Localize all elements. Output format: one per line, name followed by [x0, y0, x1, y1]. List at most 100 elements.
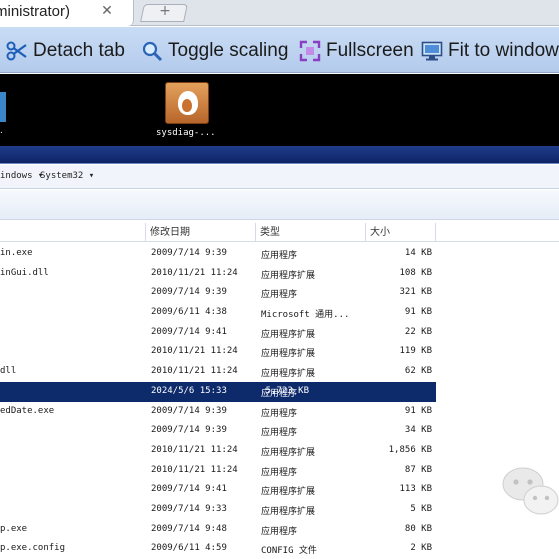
- file-type: 应用程序扩展: [261, 349, 316, 360]
- file-size: 5,723 KB: [265, 385, 309, 396]
- file-type: 应用程序: [261, 526, 298, 537]
- file-size: 108 KB: [399, 267, 432, 278]
- file-type: 应用程序扩展: [261, 329, 316, 340]
- file-size: 91 KB: [404, 307, 432, 318]
- file-row[interactable]: p.exe.config 2009/6/11 4:59 CONFIG 文件 2 KB: [0, 539, 559, 559]
- browser-tab-title: ministrator): [0, 3, 71, 20]
- file-row[interactable]: 2010/11/21 11:24 应用程序扩展 119 KB: [0, 342, 559, 362]
- file-date: 2010/11/21 11:24: [151, 366, 238, 377]
- file-row[interactable]: inGui.dll 2010/11/21 11:24 应用程序扩展 108 KB: [0, 264, 559, 284]
- file-row[interactable]: 2010/11/21 11:24 应用程序扩展 1,856 KB: [0, 441, 559, 461]
- file-type: Microsoft 通用...: [261, 310, 350, 321]
- file-date: 2009/7/14 9:33: [151, 503, 227, 514]
- file-name: p.exe.config: [0, 543, 66, 554]
- fit-to-window-label: Fit to window: [448, 40, 559, 61]
- file-date: 2009/7/14 9:39: [151, 248, 227, 258]
- file-type: 应用程序: [261, 251, 298, 261]
- address-bar[interactable]: indows ▾ System32 ▾: [0, 165, 559, 189]
- desktop-shortcut-label: .: [0, 126, 3, 136]
- file-size: 22 KB: [404, 326, 432, 337]
- column-header-size[interactable]: 大小: [366, 223, 436, 242]
- file-name: inGui.dll: [0, 267, 49, 278]
- fullscreen-button[interactable]: Fullscreen: [299, 38, 414, 64]
- file-size: 2 KB: [410, 543, 432, 554]
- file-name: in.exe: [0, 248, 33, 258]
- file-date: 2010/11/21 11:24: [151, 267, 238, 278]
- file-date: 2009/6/11 4:38: [151, 307, 227, 318]
- file-type: 应用程序扩展: [261, 369, 316, 380]
- file-row[interactable]: in.exe 2009/7/14 9:39 应用程序 14 KB: [0, 244, 559, 264]
- fit-to-window-button[interactable]: Fit to window: [421, 38, 559, 64]
- file-date: 2009/7/14 9:41: [151, 484, 227, 495]
- file-type: 应用程序扩展: [261, 270, 316, 281]
- detach-tab-label: Detach tab: [33, 40, 125, 61]
- file-type: 应用程序: [261, 428, 298, 439]
- file-size: 321 KB: [399, 287, 432, 298]
- file-row[interactable]: 2024/5/6 15:33 应用程序 5,723 KB: [0, 381, 436, 402]
- file-type: 应用程序: [261, 290, 298, 301]
- file-date: 2009/7/14 9:48: [151, 523, 227, 534]
- fullscreen-icon: [299, 40, 321, 62]
- file-row[interactable]: edDate.exe 2009/7/14 9:39 应用程序 91 KB: [0, 402, 559, 422]
- file-row[interactable]: p.exe 2009/7/14 9:48 应用程序 80 KB: [0, 520, 559, 540]
- file-date: 2009/7/14 9:39: [151, 405, 227, 416]
- file-type: 应用程序: [261, 467, 298, 478]
- file-row[interactable]: 2009/7/14 9:39 应用程序 321 KB: [0, 283, 559, 303]
- file-row[interactable]: 2010/11/21 11:24 应用程序 87 KB: [0, 461, 559, 481]
- file-type: 应用程序扩展: [261, 506, 316, 517]
- file-type: 应用程序扩展: [261, 487, 316, 498]
- plus-icon[interactable]: +: [156, 3, 174, 19]
- close-tab-icon[interactable]: ✕: [98, 2, 116, 20]
- monitor-icon: [421, 40, 443, 62]
- file-size: 14 KB: [404, 248, 432, 258]
- browser-tab[interactable]: ministrator) ✕: [0, 0, 134, 26]
- file-size: 62 KB: [404, 366, 432, 377]
- column-header-type[interactable]: 类型: [256, 223, 366, 242]
- toggle-scaling-button[interactable]: Toggle scaling: [141, 38, 288, 64]
- column-header-name[interactable]: [0, 223, 146, 242]
- file-date: 2010/11/21 11:24: [151, 346, 238, 357]
- file-date: 2024/5/6 15:33: [151, 385, 227, 396]
- browser-tab-strip: ministrator) ✕ +: [0, 0, 559, 26]
- file-date: 2009/7/14 9:41: [151, 326, 227, 337]
- file-date: 2009/7/14 9:39: [151, 425, 227, 436]
- file-type: CONFIG 文件: [261, 546, 317, 557]
- file-list: in.exe 2009/7/14 9:39 应用程序 14 KB inGui.dll 20…: [0, 244, 559, 559]
- breadcrumb-windows[interactable]: indows ▾: [0, 171, 43, 181]
- breadcrumb-system32[interactable]: System32 ▾: [40, 171, 94, 181]
- file-size: 5 KB: [410, 503, 432, 514]
- file-row[interactable]: dll 2010/11/21 11:24 应用程序扩展 62 KB: [0, 362, 559, 382]
- file-date: 2009/7/14 9:39: [151, 287, 227, 298]
- viewer-toolbar: Detach tab Toggle scaling Fullscreen Fit…: [0, 27, 559, 73]
- file-size: 113 KB: [399, 484, 432, 495]
- scissors-icon: [6, 40, 28, 62]
- detach-tab-button[interactable]: Detach tab: [6, 38, 125, 64]
- file-name: edDate.exe: [0, 405, 55, 416]
- magnifier-icon: [141, 40, 163, 62]
- file-size: 80 KB: [404, 523, 432, 534]
- file-row[interactable]: 2009/6/11 4:38 Microsoft 通用... 91 KB: [0, 303, 559, 323]
- remote-desktop[interactable]: . sysdiag-...: [0, 74, 559, 146]
- column-header-date[interactable]: 修改日期: [146, 223, 256, 242]
- desktop-shortcut-icon[interactable]: [0, 92, 6, 122]
- file-row[interactable]: 2009/7/14 9:41 应用程序扩展 113 KB: [0, 480, 559, 500]
- fullscreen-label: Fullscreen: [326, 40, 414, 61]
- toggle-scaling-label: Toggle scaling: [168, 40, 289, 61]
- file-date: 2009/6/11 4:59: [151, 543, 227, 554]
- file-name: dll: [0, 366, 17, 377]
- explorer-title-bar: [0, 146, 559, 164]
- file-name: p.exe: [0, 523, 28, 534]
- file-type: 应用程序扩展: [261, 447, 316, 458]
- file-date: 2010/11/21 11:24: [151, 464, 238, 475]
- file-row[interactable]: 2009/7/14 9:33 应用程序扩展 5 KB: [0, 500, 559, 520]
- command-bar: [0, 190, 559, 220]
- file-size: 91 KB: [404, 405, 432, 416]
- file-size: 87 KB: [404, 464, 432, 475]
- flame-core-icon: [182, 99, 192, 112]
- file-type: 应用程序: [261, 408, 298, 419]
- file-size: 1,856 KB: [388, 444, 432, 455]
- file-row[interactable]: 2009/7/14 9:41 应用程序扩展 22 KB: [0, 323, 559, 343]
- chat-watermark-icon: [501, 462, 559, 522]
- file-size: 34 KB: [404, 425, 432, 436]
- file-row[interactable]: 2009/7/14 9:39 应用程序 34 KB: [0, 421, 559, 441]
